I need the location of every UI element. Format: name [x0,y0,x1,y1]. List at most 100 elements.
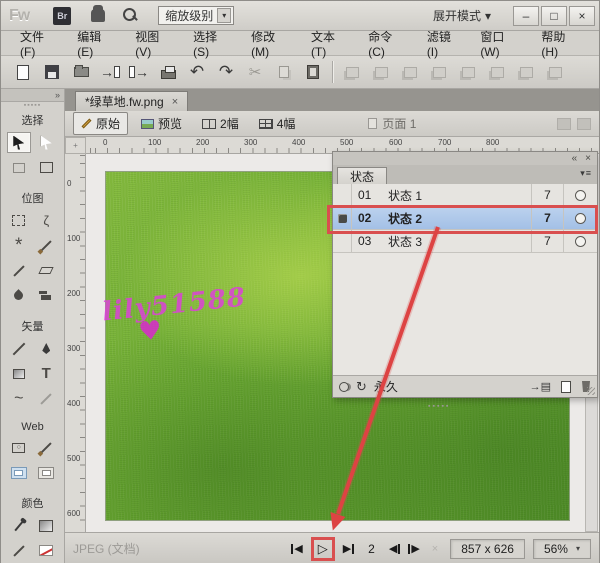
panel-drag-dots[interactable]: ▪▪▪▪▪ [428,403,450,410]
two-pane-icon [202,119,216,129]
new-document-icon[interactable] [13,62,33,82]
menu-view[interactable]: 视图(V) [126,25,182,62]
rectangle-tool-icon[interactable] [7,363,31,384]
split-icon-disabled [429,62,449,82]
menu-filters[interactable]: 滤镜(I) [418,25,470,62]
menu-file[interactable]: 文件(F) [11,25,66,62]
menu-window[interactable]: 窗口(W) [471,25,530,62]
export-icon[interactable]: → [129,62,149,82]
tools-section-select-label: 选择 [1,109,64,130]
paste-icon[interactable] [303,62,323,82]
join-icon-disabled [400,62,420,82]
minimize-button[interactable]: – [513,6,539,26]
disabled-tool-icon [557,118,571,130]
bring-forward-icon-disabled [487,62,507,82]
page-indicator[interactable]: 页面 1 [368,115,416,132]
tab-close-icon[interactable]: × [172,96,178,108]
states-panel: « × 状态 ▾≡ 01 状态 1 7 [332,151,598,398]
undo-icon[interactable]: ↶ [187,62,207,82]
menu-commands[interactable]: 命令(C) [359,25,416,62]
brush-tool-icon[interactable] [34,235,58,256]
menu-edit[interactable]: 编辑(E) [68,25,124,62]
first-state-button[interactable]: ◀ [291,542,302,555]
maximize-button[interactable]: □ [541,6,567,26]
states-panel-tabs: 状态 ▾≡ [333,165,597,184]
lasso-tool-icon[interactable]: ζ [34,210,58,231]
close-button[interactable]: × [569,6,595,26]
send-back-icon-disabled [545,62,565,82]
slice-tool-icon[interactable] [34,437,58,458]
tools-panel-collapse-button[interactable]: » [1,89,64,102]
last-state-button[interactable]: ▶ [343,542,354,555]
distribute-to-states-icon[interactable]: →▤ [530,380,551,393]
heart-icon: ♥ [137,315,164,347]
preview-view-button[interactable]: 预览 [134,113,189,134]
pencil-tool-icon[interactable] [7,260,31,281]
chevron-down-icon: ▾ [485,9,491,23]
ruler-origin-corner: + [65,137,86,154]
chevron-down-icon[interactable]: ▾ [217,8,231,23]
next-state-button[interactable]: ▶ [408,542,419,555]
four-up-view-button[interactable]: 4幅 [252,113,303,134]
hotspot-tool-icon[interactable]: ○ [7,437,31,458]
panel-close-icon[interactable]: × [585,153,591,164]
pointer-tool-icon[interactable] [7,132,31,153]
hide-slices-button[interactable] [7,462,31,483]
view-mode-bar: 原始 预览 2幅 4幅 页面 1 [65,111,599,137]
new-state-icon[interactable] [561,381,571,393]
import-icon[interactable]: → [100,62,120,82]
print-icon[interactable] [158,62,178,82]
show-slices-button[interactable] [34,462,58,483]
menu-help[interactable]: 帮助(H) [532,25,589,62]
open-folder-icon[interactable] [71,62,91,82]
menu-text[interactable]: 文本(T) [302,25,357,62]
loop-icon[interactable]: ↻ [356,379,367,395]
line-tool-icon[interactable] [7,338,31,359]
panel-collapse-icon[interactable]: « [572,153,578,164]
panel-resize-grip[interactable] [587,387,595,395]
magic-wand-tool-icon[interactable]: * [7,235,31,256]
eyedropper-tool-icon[interactable] [7,515,31,536]
stroke-color-icon[interactable] [7,540,31,561]
states-list-empty-area [333,253,597,375]
eraser-tool-icon[interactable] [34,260,58,281]
loop-forever-label[interactable]: 永久 [374,378,398,395]
magnifier-icon[interactable] [123,8,138,23]
original-view-button[interactable]: 原始 [73,112,128,135]
workspace-mode-switcher[interactable]: 展开模式 ▾ [433,7,491,24]
play-button[interactable]: ▷ [318,541,328,557]
rubber-stamp-tool-icon[interactable] [34,285,58,306]
subselection-tool-icon[interactable] [34,132,58,153]
select-behind-tool-icon[interactable] [7,157,31,178]
bridge-icon[interactable]: Br [53,7,71,25]
states-tab[interactable]: 状态 [337,167,387,184]
menu-select[interactable]: 选择(S) [184,25,240,62]
state-row-1[interactable]: 01 状态 1 7 [333,184,597,207]
gradient-tool-icon[interactable] [34,515,58,536]
crop-tool-icon[interactable] [34,157,58,178]
save-icon[interactable] [42,62,62,82]
document-tab[interactable]: *绿草地.fw.png × [75,91,188,111]
panel-menu-icon[interactable]: ▾≡ [580,168,592,179]
zoom-level-selector[interactable]: 56% ▾ [533,539,591,559]
zoom-level-dropdown[interactable]: 缩放级别 ▾ [158,6,234,25]
hand-tool-icon[interactable] [91,9,105,22]
two-up-view-button[interactable]: 2幅 [195,113,246,134]
marquee-tool-icon[interactable] [7,210,31,231]
canvas-size-indicator[interactable]: 857 x 626 [450,539,525,559]
onion-skinning-icon[interactable] [339,382,349,392]
redo-icon[interactable]: ↷ [216,62,236,82]
tools-panel-grip[interactable]: ▪▪▪▪▪ [1,102,64,109]
zoom-level-label: 缩放级别 [165,7,213,24]
previous-state-button[interactable]: ◀ [389,542,400,555]
fill-color-swatch[interactable] [34,540,58,561]
blur-tool-icon[interactable] [7,285,31,306]
pen-tool-icon[interactable] [34,338,58,359]
disabled-tool-icon [577,118,591,130]
annotation-red-box-play: ▷ [311,537,335,561]
tools-section-web-label: Web [1,418,64,435]
text-tool-icon[interactable]: T [34,363,58,384]
menu-modify[interactable]: 修改(M) [242,25,300,62]
state-radio[interactable] [563,184,597,206]
freeform-tool-icon[interactable]: ~ [7,388,31,409]
